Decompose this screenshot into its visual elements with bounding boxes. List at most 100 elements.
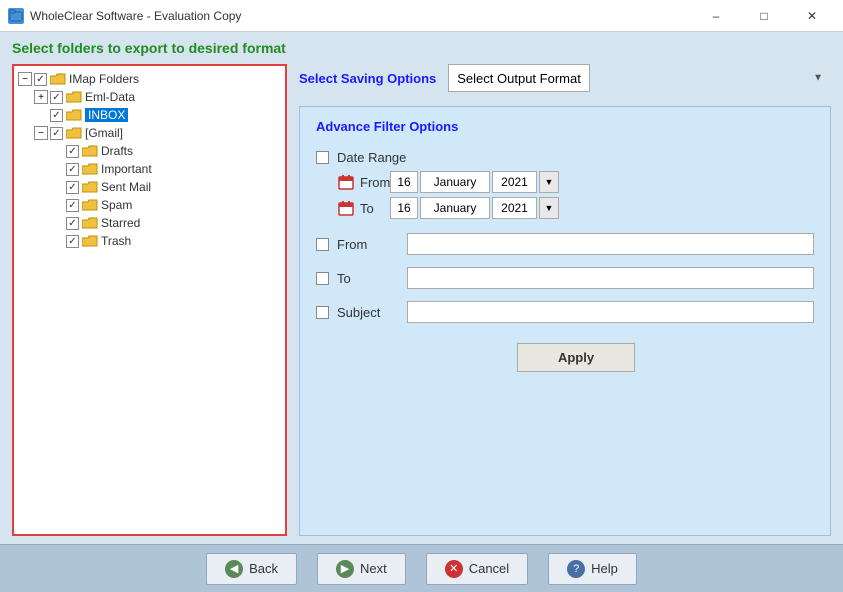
checkbox-to[interactable] <box>316 272 329 285</box>
subject-filter-label: Subject <box>337 305 407 320</box>
item-label-drafts: Drafts <box>101 144 133 158</box>
checkbox-drafts[interactable] <box>66 145 79 158</box>
titlebar-left: WholeClear Software - Evaluation Copy <box>8 8 241 24</box>
checkbox-important[interactable] <box>66 163 79 176</box>
list-item[interactable]: Trash <box>66 232 281 250</box>
titlebar: WholeClear Software - Evaluation Copy – … <box>0 0 843 32</box>
folder-icon-sentmail <box>82 181 98 193</box>
date-range-section: Date Range <box>316 150 814 219</box>
from-filter-input[interactable] <box>407 233 814 255</box>
folder-icon-emldata <box>66 91 82 103</box>
item-label-trash: Trash <box>101 234 131 248</box>
from-filter-label: From <box>337 237 407 252</box>
checkbox-starred[interactable] <box>66 217 79 230</box>
save-options-label: Select Saving Options <box>299 71 436 86</box>
next-icon: ▶ <box>336 560 354 578</box>
folder-icon-trash <box>82 235 98 247</box>
expander-imap[interactable]: − <box>18 72 32 86</box>
to-year-input[interactable] <box>492 197 537 219</box>
folder-icon-imap <box>50 73 66 85</box>
format-select[interactable]: Select Output Format PST PDF MSG EML MBO… <box>448 64 590 92</box>
from-filter-row: From <box>316 233 814 255</box>
to-calendar-btn[interactable]: ▼ <box>539 197 559 219</box>
list-item[interactable]: Important <box>66 160 281 178</box>
date-to-row: To ▼ <box>338 197 814 219</box>
to-filter-row: To <box>316 267 814 289</box>
from-label: From <box>360 175 390 190</box>
from-year-input[interactable] <box>492 171 537 193</box>
cancel-icon: ✕ <box>445 560 463 578</box>
from-day-input[interactable] <box>390 171 418 193</box>
date-from-row: From ▼ <box>338 171 814 193</box>
help-button[interactable]: ? Help <box>548 553 637 585</box>
back-button[interactable]: ◀ Back <box>206 553 297 585</box>
subject-filter-row: Subject <box>316 301 814 323</box>
item-label-spam: Spam <box>101 198 132 212</box>
folder-icon-drafts <box>82 145 98 157</box>
cancel-button[interactable]: ✕ Cancel <box>426 553 528 585</box>
list-item[interactable]: INBOX <box>50 106 281 124</box>
subject-filter-input[interactable] <box>407 301 814 323</box>
checkbox-inbox[interactable] <box>50 109 63 122</box>
content-area: − IMap Folders + Eml-Data <box>12 64 831 536</box>
checkbox-subject[interactable] <box>316 306 329 319</box>
folder-panel: − IMap Folders + Eml-Data <box>12 64 287 536</box>
back-icon: ◀ <box>225 560 243 578</box>
minimize-button[interactable]: – <box>693 1 739 31</box>
next-label: Next <box>360 561 387 576</box>
checkbox-emldata[interactable] <box>50 91 63 104</box>
item-label-starred: Starred <box>101 216 140 230</box>
main-content: Select folders to export to desired form… <box>0 32 843 544</box>
item-label-emldata: Eml-Data <box>85 90 135 104</box>
list-item[interactable]: − [Gmail] <box>34 124 281 142</box>
checkbox-spam[interactable] <box>66 199 79 212</box>
format-select-wrapper: Select Output Format PST PDF MSG EML MBO… <box>448 64 831 92</box>
calendar-from-icon <box>338 174 354 190</box>
date-range-label: Date Range <box>337 150 407 165</box>
date-range-header: Date Range <box>316 150 814 165</box>
item-label-inbox: INBOX <box>85 108 128 122</box>
expander-emldata[interactable]: + <box>34 90 48 104</box>
help-label: Help <box>591 561 618 576</box>
to-filter-label: To <box>337 271 407 286</box>
date-to-field-group: ▼ <box>390 197 559 219</box>
help-icon: ? <box>567 560 585 578</box>
calendar-to-icon <box>338 200 354 216</box>
apply-btn-container: Apply <box>316 335 814 372</box>
apply-button[interactable]: Apply <box>517 343 635 372</box>
next-button[interactable]: ▶ Next <box>317 553 406 585</box>
filter-panel: Advance Filter Options Date Range <box>299 106 831 536</box>
checkbox-trash[interactable] <box>66 235 79 248</box>
to-filter-input[interactable] <box>407 267 814 289</box>
filter-title: Advance Filter Options <box>316 119 814 134</box>
titlebar-title: WholeClear Software - Evaluation Copy <box>30 9 241 23</box>
to-label-date: To <box>360 201 390 216</box>
titlebar-controls: – □ ✕ <box>693 1 835 31</box>
folder-icon-important <box>82 163 98 175</box>
from-month-input[interactable] <box>420 171 490 193</box>
list-item[interactable]: − IMap Folders <box>18 70 281 88</box>
to-month-input[interactable] <box>420 197 490 219</box>
folder-icon-gmail <box>66 127 82 139</box>
list-item[interactable]: + Eml-Data <box>34 88 281 106</box>
nav-bar: ◀ Back ▶ Next ✕ Cancel ? Help <box>0 544 843 592</box>
close-button[interactable]: ✕ <box>789 1 835 31</box>
list-item[interactable]: Sent Mail <box>66 178 281 196</box>
list-item[interactable]: Drafts <box>66 142 281 160</box>
back-label: Back <box>249 561 278 576</box>
item-label-sentmail: Sent Mail <box>101 180 151 194</box>
checkbox-from[interactable] <box>316 238 329 251</box>
expander-gmail[interactable]: − <box>34 126 48 140</box>
item-label-gmail: [Gmail] <box>85 126 123 140</box>
checkbox-imap[interactable] <box>34 73 47 86</box>
from-calendar-btn[interactable]: ▼ <box>539 171 559 193</box>
date-rows: From ▼ <box>338 171 814 219</box>
folder-icon-starred <box>82 217 98 229</box>
list-item[interactable]: Spam <box>66 196 281 214</box>
list-item[interactable]: Starred <box>66 214 281 232</box>
checkbox-gmail[interactable] <box>50 127 63 140</box>
checkbox-sentmail[interactable] <box>66 181 79 194</box>
checkbox-date-range[interactable] <box>316 151 329 164</box>
to-day-input[interactable] <box>390 197 418 219</box>
maximize-button[interactable]: □ <box>741 1 787 31</box>
